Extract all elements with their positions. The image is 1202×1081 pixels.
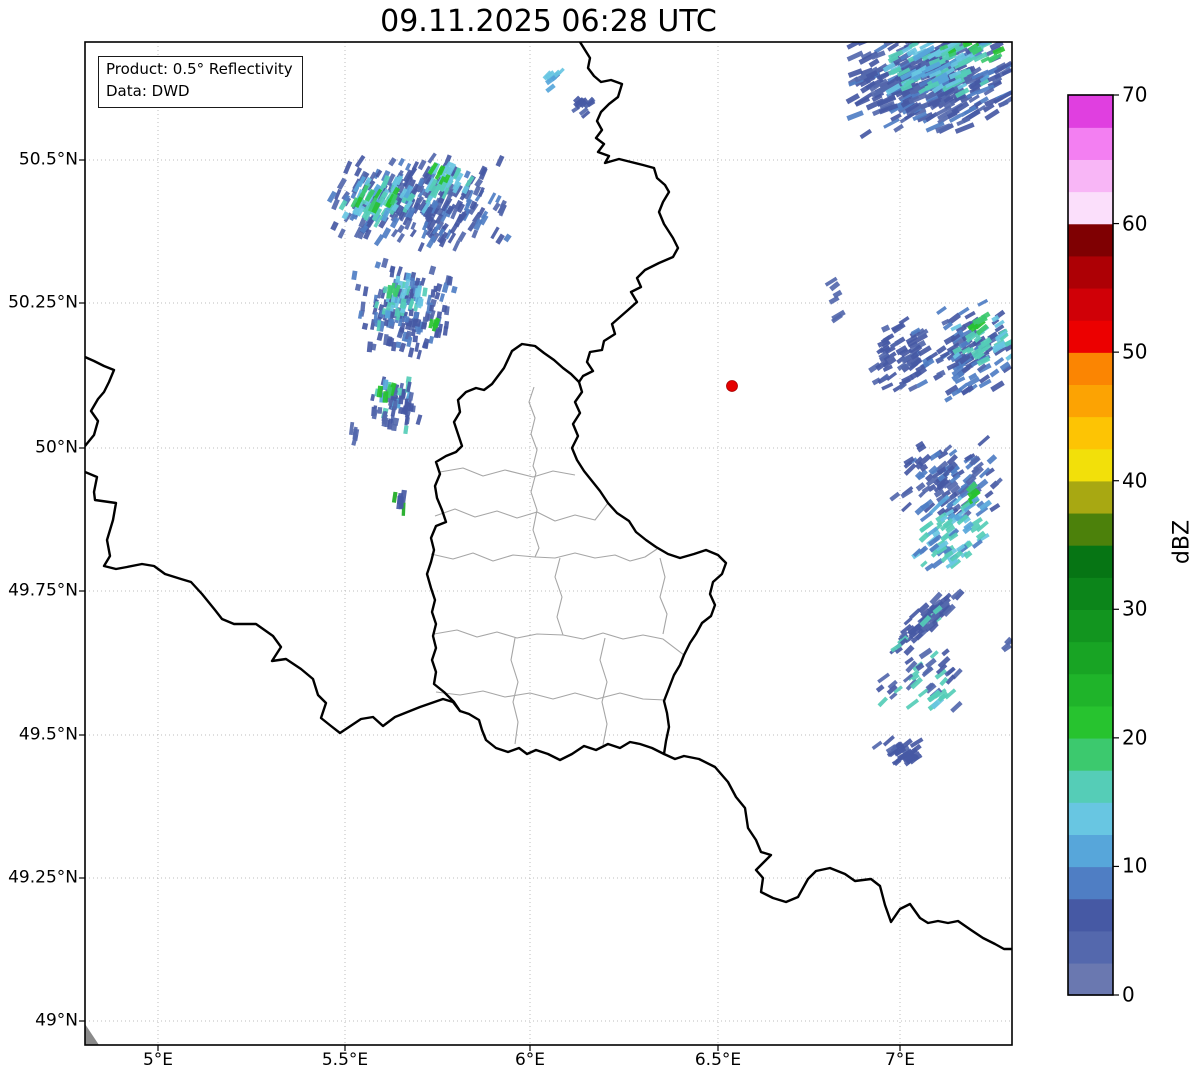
colorbar-tick-label: 70: [1122, 82, 1148, 107]
y-tick-label: 50.25°N: [8, 292, 78, 313]
colorbar-tick-label: 0: [1122, 982, 1135, 1007]
product-info-line2: Data: DWD: [106, 81, 190, 100]
radar-domain-edge-mask: [85, 1024, 99, 1045]
colorbar-tick-label: 60: [1122, 211, 1148, 236]
y-tick-label: 49.5°N: [18, 724, 78, 745]
product-info-box: Product: 0.5° Reflectivity Data: DWD: [98, 56, 303, 108]
colorbar-unit-label: dBZ: [1169, 519, 1195, 565]
radar-figure: 09.11.2025 06:28 UTC Product: 0.5° Refle…: [0, 0, 1202, 1081]
colorbar-tick-label: 50: [1122, 339, 1148, 364]
colorbar-tick-label: 30: [1122, 596, 1148, 621]
x-tick-label: 5°E: [142, 1050, 174, 1070]
y-tick-label: 50.5°N: [18, 149, 78, 170]
y-tick-label: 49.25°N: [8, 867, 78, 888]
colorbar-tick-label: 40: [1122, 468, 1148, 493]
map-plot: [79, 41, 1119, 1051]
radar-site-marker: [726, 380, 738, 392]
radar-echoes: [326, 42, 1012, 767]
x-tick-label: 7°E: [884, 1050, 916, 1070]
y-tick-label: 50°N: [35, 437, 78, 458]
colorbar-tick-label: 20: [1122, 725, 1148, 750]
luxembourg-canton-borders: [430, 386, 685, 746]
colorbar-tick-label: 10: [1122, 853, 1148, 878]
product-info-line1: Product: 0.5° Reflectivity: [106, 60, 293, 78]
colorbar: [1067, 94, 1119, 996]
x-tick-label: 6°E: [514, 1050, 546, 1070]
x-tick-label: 5.5°E: [321, 1050, 369, 1070]
x-tick-label: 6.5°E: [694, 1050, 742, 1070]
axes-frame: [79, 41, 1013, 1051]
graticule-gridlines: [85, 42, 1012, 1045]
y-tick-label: 49.75°N: [8, 580, 78, 601]
plot-title: 09.11.2025 06:28 UTC: [380, 4, 717, 39]
y-tick-label: 49°N: [35, 1010, 78, 1031]
country-borders: [85, 42, 1012, 951]
